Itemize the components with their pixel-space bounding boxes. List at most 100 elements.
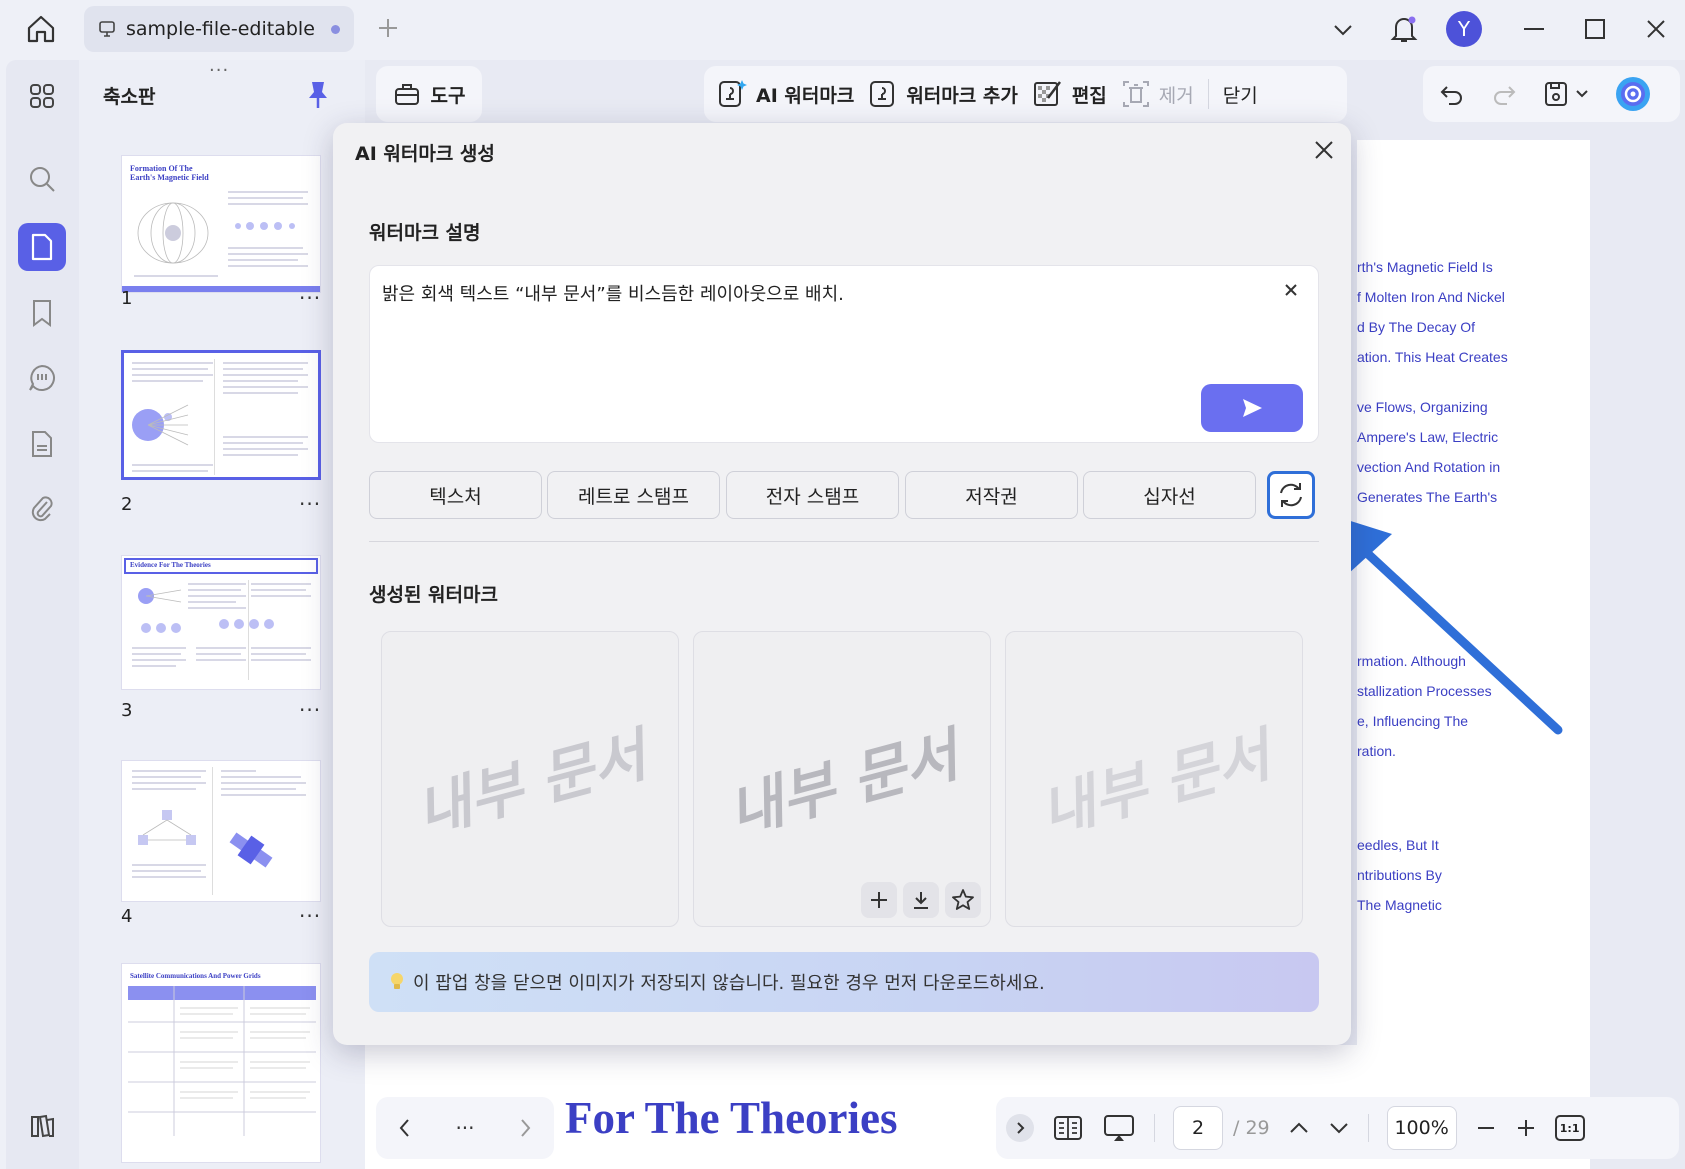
watermark-preview: 내부 문서 — [409, 720, 653, 847]
thumbnail-page-5[interactable]: Satellite Communications And Power Grids — [121, 963, 321, 1163]
view-controls-bar: 2 / 29 100% 1:1 — [996, 1097, 1679, 1159]
minimize-icon[interactable] — [1522, 18, 1546, 40]
zoom-out-icon[interactable] — [1475, 1118, 1497, 1138]
refresh-presets-button[interactable] — [1267, 471, 1315, 519]
more-options-button[interactable]: ··· — [299, 904, 321, 928]
document-tab[interactable]: sample-file-editable — [84, 6, 354, 52]
thumbnail-page-3[interactable]: Evidence For The Theories — [121, 555, 321, 690]
send-icon — [1240, 397, 1264, 419]
watermark-preview: 내부 문서 — [721, 720, 965, 847]
thumbnail-page-1[interactable]: Formation Of The Earth's Magnetic Field — [121, 155, 321, 293]
left-rail — [6, 60, 79, 1169]
zoom-in-icon[interactable] — [1515, 1117, 1537, 1139]
layers-icon[interactable] — [18, 1102, 66, 1150]
page-number: 1 — [121, 288, 133, 309]
text-block: eedles, But It ntributions By The Magnet… — [1357, 837, 1442, 913]
monitor-icon — [98, 20, 116, 38]
page-number: 4 — [121, 906, 133, 927]
page-nav-bar: ··· — [376, 1097, 554, 1159]
description-heading: 워터마크 설명 — [369, 222, 481, 244]
generated-watermark-card[interactable]: 내부 문서 — [1005, 631, 1303, 927]
panel-title: 축소판 — [103, 86, 156, 108]
add-watermark-button[interactable]: 워터마크 추가 — [868, 78, 1018, 110]
preset-texture-button[interactable]: 텍스처 — [369, 471, 542, 519]
lightbulb-icon — [389, 972, 405, 992]
section-divider — [369, 541, 1319, 542]
generated-heading: 생성된 워터마크 — [369, 584, 498, 606]
chevron-down-icon[interactable] — [1332, 20, 1354, 40]
ai-assistant-icon[interactable] — [1615, 76, 1651, 112]
remove-watermark-button[interactable]: 제거 — [1121, 78, 1194, 110]
close-toolbar-button[interactable]: 닫기 — [1223, 81, 1258, 108]
close-window-icon[interactable] — [1645, 18, 1667, 40]
preset-e-stamp-button[interactable]: 전자 스탬프 — [726, 471, 899, 519]
save-dropdown[interactable] — [1543, 80, 1589, 108]
download-icon[interactable] — [903, 882, 939, 918]
unsaved-dot — [331, 24, 340, 34]
ai-watermark-button[interactable]: AI 워터마크 — [716, 78, 854, 110]
edit-watermark-button[interactable]: 편집 — [1032, 78, 1107, 110]
apps-grid-icon[interactable] — [18, 72, 66, 120]
chevron-down-icon[interactable] — [1328, 1118, 1350, 1138]
thumbnail-heading: Satellite Communications And Power Grids — [130, 972, 261, 980]
star-icon[interactable] — [945, 882, 981, 918]
preset-retro-stamp-button[interactable]: 레트로 스탬프 — [547, 471, 720, 519]
thumbnail-page-2[interactable] — [121, 350, 321, 480]
more-options-button[interactable]: ··· — [299, 492, 321, 516]
presentation-icon[interactable] — [1102, 1113, 1136, 1143]
avatar[interactable]: Y — [1446, 11, 1482, 47]
home-icon[interactable] — [24, 12, 58, 46]
tools-label: 도구 — [430, 84, 466, 107]
page-number: 2 — [121, 494, 133, 515]
more-options-button[interactable]: ··· — [299, 698, 321, 722]
undo-icon[interactable] — [1439, 81, 1465, 107]
notice-banner: 이 팝업 창을 닫으면 이미지가 저장되지 않습니다. 필요한 경우 먼저 다운… — [369, 952, 1319, 1012]
tools-button[interactable]: 도구 — [376, 66, 482, 122]
close-icon[interactable] — [1313, 139, 1335, 161]
ai-watermark-dialog: AI 워터마크 생성 워터마크 설명 밝은 회색 텍스트 “내부 문서”를 비스… — [333, 123, 1351, 1045]
remove-icon — [1121, 78, 1151, 110]
new-tab-icon[interactable] — [377, 17, 399, 39]
page-number: 3 — [121, 700, 133, 721]
bell-icon[interactable] — [1390, 14, 1418, 44]
ai-watermark-icon — [716, 78, 748, 110]
send-button[interactable] — [1201, 384, 1303, 432]
dialog-title: AI 워터마크 생성 — [355, 143, 495, 165]
redo-icon[interactable] — [1491, 81, 1517, 107]
expand-panel-icon[interactable] — [1006, 1114, 1034, 1142]
zoom-input[interactable]: 100% — [1386, 1106, 1457, 1150]
preset-crosshair-button[interactable]: 십자선 — [1083, 471, 1256, 519]
stamp-page-icon[interactable] — [18, 420, 66, 468]
preset-copyright-button[interactable]: 저작권 — [905, 471, 1078, 519]
toolbox-icon — [393, 80, 421, 108]
search-icon[interactable] — [18, 155, 66, 203]
generated-watermark-card[interactable]: 내부 문서 — [381, 631, 679, 927]
thumbnail-panel: 축소판 ··· Formation Of The Earth's Magneti… — [79, 60, 365, 1169]
description-text[interactable]: 밝은 회색 텍스트 “내부 문서”를 비스듬한 레이아웃으로 배치. — [382, 280, 844, 306]
more-button[interactable]: ··· — [455, 1116, 474, 1140]
attachment-icon[interactable] — [18, 484, 66, 532]
chevron-right-icon[interactable] — [516, 1117, 534, 1139]
generated-watermark-card[interactable]: 내부 문서 — [693, 631, 991, 927]
drag-handle[interactable]: ··· — [209, 60, 229, 81]
toolbar-divider — [1207, 79, 1209, 109]
text-block: ve Flows, Organizing Ampere's Law, Elect… — [1357, 399, 1501, 505]
reading-mode-icon[interactable] — [1052, 1114, 1084, 1142]
thumbnails-page-icon[interactable] — [18, 223, 66, 271]
chevron-up-icon[interactable] — [1288, 1118, 1310, 1138]
description-input[interactable]: 밝은 회색 텍스트 “내부 문서”를 비스듬한 레이아웃으로 배치. — [369, 265, 1319, 443]
notice-text: 이 팝업 창을 닫으면 이미지가 저장되지 않습니다. 필요한 경우 먼저 다운… — [413, 973, 1045, 994]
actual-size-button[interactable]: 1:1 — [1554, 1115, 1585, 1141]
more-options-button[interactable]: ··· — [299, 286, 321, 310]
maximize-icon[interactable] — [1583, 18, 1607, 40]
chevron-left-icon[interactable] — [396, 1117, 414, 1139]
page-number-input[interactable]: 2 — [1173, 1106, 1223, 1150]
add-icon[interactable] — [861, 882, 897, 918]
thumbnail-page-4[interactable] — [121, 760, 321, 902]
pin-icon[interactable] — [307, 80, 329, 110]
toolbar-divider — [1367, 1114, 1369, 1142]
bookmark-icon[interactable] — [18, 289, 66, 337]
clear-icon[interactable] — [1283, 282, 1299, 298]
comment-icon[interactable] — [18, 354, 66, 402]
title-bar: sample-file-editable Y — [0, 0, 1685, 60]
